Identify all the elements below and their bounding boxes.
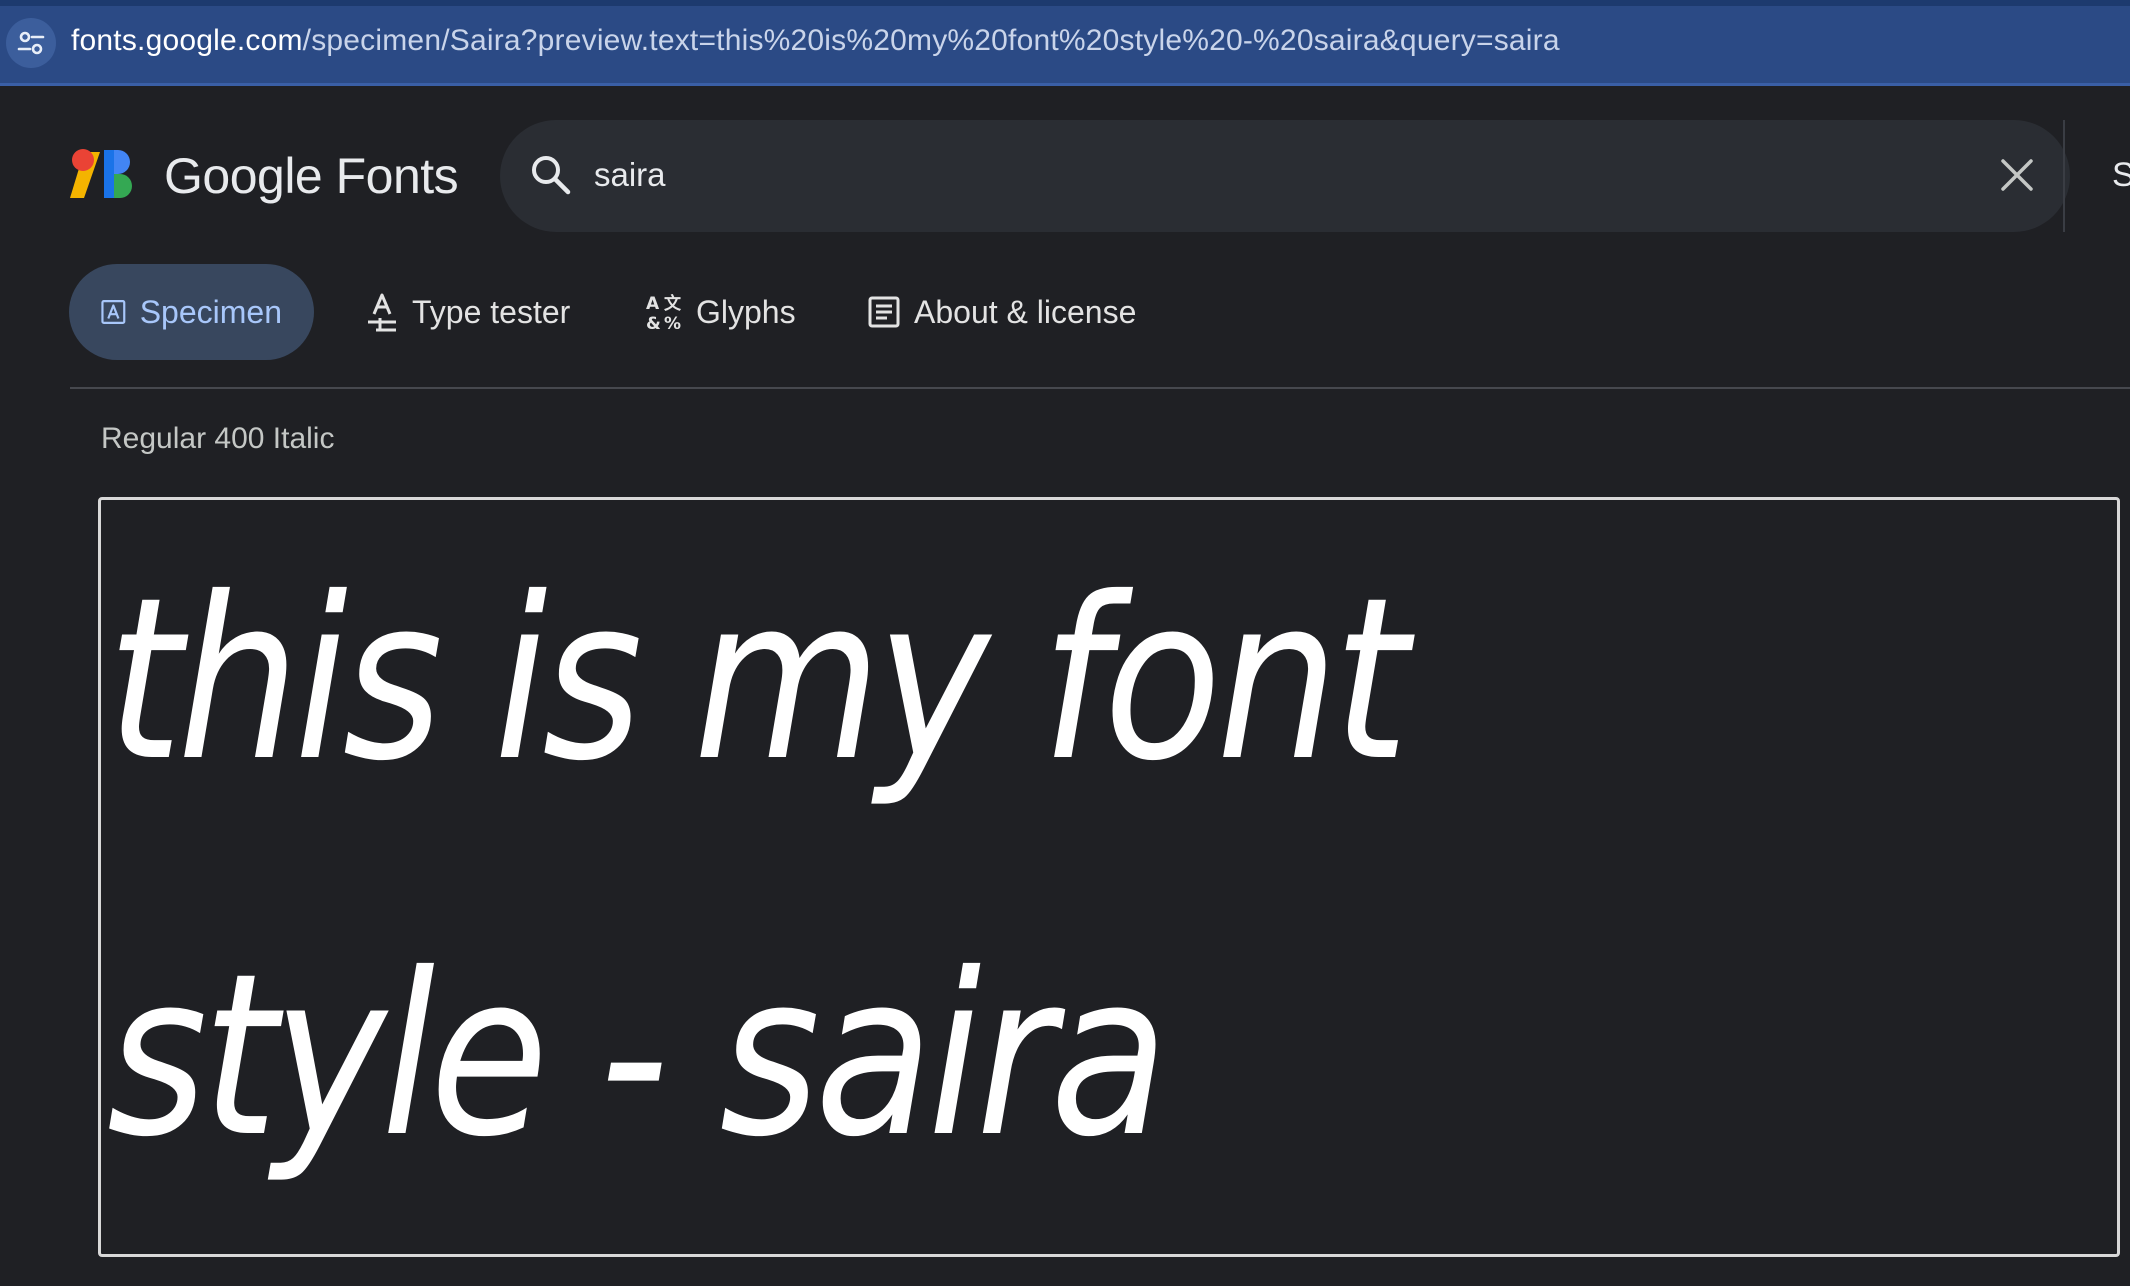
site-info-button[interactable] bbox=[6, 18, 56, 68]
google-fonts-logo-icon[interactable] bbox=[70, 146, 136, 202]
svg-text:A: A bbox=[646, 294, 660, 314]
close-icon[interactable] bbox=[2000, 158, 2034, 192]
header-divider bbox=[2063, 120, 2065, 232]
svg-text:文: 文 bbox=[664, 293, 682, 314]
tab-about-license[interactable]: About & license bbox=[868, 264, 1136, 360]
svg-text:%: % bbox=[664, 314, 681, 331]
font-preview-textarea[interactable]: this is my font style - saira bbox=[98, 497, 2120, 1257]
tab-label: Glyphs bbox=[696, 293, 796, 330]
glyphs-icon: A 文 & % bbox=[646, 293, 682, 331]
tab-type-tester[interactable]: Type tester bbox=[366, 264, 570, 360]
tabs-divider bbox=[70, 387, 2130, 389]
search-icon bbox=[532, 156, 571, 195]
preview-text: this is my font style - saira bbox=[107, 549, 1409, 1186]
search-input[interactable] bbox=[594, 150, 1894, 200]
specimen-icon bbox=[101, 300, 126, 324]
article-icon bbox=[868, 296, 900, 328]
browser-address-bar: fonts.google.com/specimen/Saira?preview.… bbox=[0, 0, 2130, 86]
tab-label: About & license bbox=[914, 293, 1137, 330]
tab-glyphs[interactable]: A 文 & % Glyphs bbox=[646, 264, 796, 360]
style-name-label: Regular 400 Italic bbox=[101, 422, 335, 455]
header-right-button[interactable]: S bbox=[2112, 156, 2130, 195]
svg-text:&: & bbox=[646, 314, 661, 331]
tab-label: Type tester bbox=[412, 293, 571, 330]
search-box[interactable] bbox=[500, 120, 2070, 232]
tab-specimen[interactable]: Specimen bbox=[69, 264, 314, 360]
tab-label: Specimen bbox=[139, 293, 282, 330]
type-tester-icon bbox=[368, 293, 396, 332]
url-field[interactable]: fonts.google.com/specimen/Saira?preview.… bbox=[71, 24, 1560, 58]
brand-title[interactable]: Google Fonts bbox=[164, 147, 459, 205]
url-host: fonts.google.com bbox=[71, 24, 303, 57]
url-path: /specimen/Saira?preview.text=this%20is%2… bbox=[302, 24, 1560, 57]
tune-icon bbox=[17, 31, 45, 55]
